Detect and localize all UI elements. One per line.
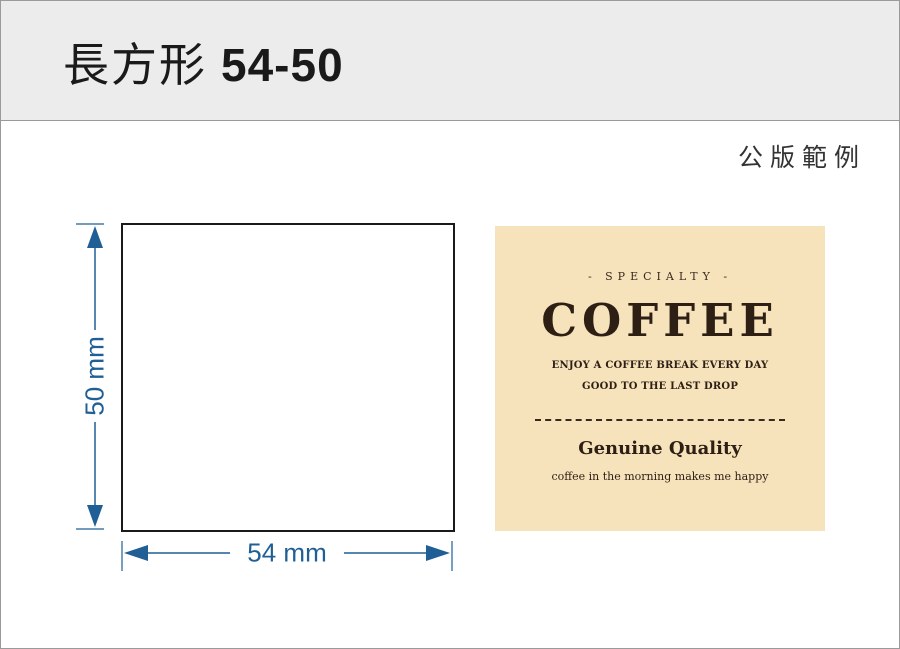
dotted-divider: [535, 419, 785, 421]
width-dimension-label: 54 mm: [247, 537, 327, 568]
arrow-down-icon: [87, 505, 103, 527]
enjoy-line: ENJOY A COFFEE BREAK EVERY DAY: [551, 360, 769, 371]
height-dimension-label: 50 mm: [79, 336, 110, 416]
coffee-sample-label: - SPECIALTY - COFFEE ENJOY A COFFEE BREA…: [495, 226, 825, 531]
genuine-quality-text: Genuine Quality: [578, 438, 742, 459]
coffee-headline: COFFEE: [541, 294, 779, 347]
good-drop-line: GOOD TO THE LAST DROP: [581, 381, 739, 392]
tagline-text: coffee in the morning makes me happy: [551, 470, 769, 483]
arrow-right-icon: [426, 545, 450, 561]
arrow-up-icon: [87, 226, 103, 248]
arrow-left-icon: [124, 545, 148, 561]
specialty-text: - SPECIALTY -: [587, 270, 733, 283]
